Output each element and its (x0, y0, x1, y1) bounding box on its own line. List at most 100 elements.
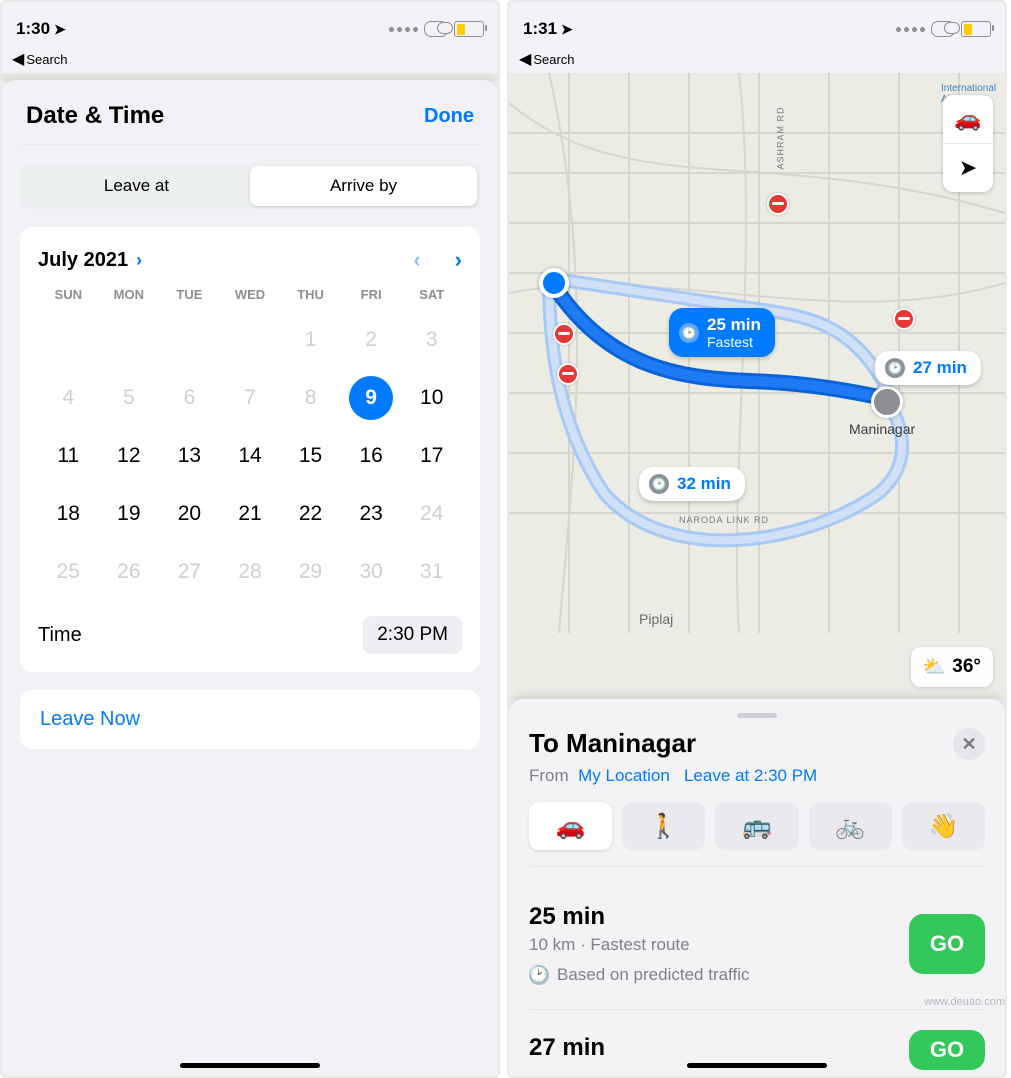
calendar-day[interactable]: 12 (99, 430, 160, 482)
mode-rideshare[interactable]: 👋 (902, 802, 985, 850)
calendar-day[interactable]: 9 (341, 372, 402, 424)
close-button[interactable]: ✕ (953, 728, 985, 760)
calendar-day[interactable]: 16 (341, 430, 402, 482)
breadcrumb-label: Search (26, 52, 67, 67)
calendar-dow: MON (99, 287, 160, 302)
from-location-button[interactable]: My Location (578, 766, 670, 785)
leave-now-button[interactable]: Leave Now (20, 690, 480, 749)
calendar-day[interactable]: 7 (220, 372, 281, 424)
mode-walk[interactable]: 🚶 (622, 802, 705, 850)
map-locate-button[interactable]: ➤ (943, 144, 993, 192)
calendar-day[interactable]: 1 (280, 314, 341, 366)
calendar-day (38, 314, 99, 366)
date-time-sheet: Date & Time Done Leave at Arrive by July… (2, 80, 498, 1076)
destination-label: Maninagar (849, 421, 915, 437)
calendar-day[interactable]: 26 (99, 546, 160, 598)
location-arrow-icon: ➤ (561, 21, 573, 38)
status-bar: 1:31 ➤ (509, 2, 1005, 52)
breadcrumb[interactable]: ◀ Search (509, 52, 1005, 73)
link-icon (424, 21, 448, 37)
calendar-day[interactable]: 25 (38, 546, 99, 598)
location-arrow-icon: ➤ (54, 21, 66, 38)
calendar-day[interactable]: 4 (38, 372, 99, 424)
calendar-day[interactable]: 23 (341, 488, 402, 540)
calendar-day (220, 314, 281, 366)
route-end-dot (871, 386, 903, 418)
segment-leave-at[interactable]: Leave at (23, 166, 250, 206)
route-option[interactable]: 25 min 10 km · Fastest route 🕑Based on p… (529, 883, 985, 1010)
calendar-day[interactable]: 8 (280, 372, 341, 424)
calendar-card: July 2021 › ‹ › SUNMONTUEWEDTHUFRISAT 12… (20, 227, 480, 672)
calendar-day[interactable]: 22 (280, 488, 341, 540)
area-label: Piplaj (639, 611, 673, 627)
weather-badge[interactable]: ⛅ 36° (911, 647, 993, 687)
time-label: Time (38, 624, 82, 647)
route-callout-alt2[interactable]: 🕑 32 min (639, 467, 745, 501)
status-time: 1:31 (523, 19, 557, 39)
status-time: 1:30 (16, 19, 50, 39)
calendar-day[interactable]: 10 (401, 372, 462, 424)
calendar-day[interactable]: 5 (99, 372, 160, 424)
map-mode-button[interactable]: 🚗 (943, 95, 993, 143)
no-entry-icon (893, 308, 915, 330)
calendar-dow: SUN (38, 287, 99, 302)
mode-transit[interactable]: 🚌 (715, 802, 798, 850)
calendar-day[interactable]: 27 (159, 546, 220, 598)
home-indicator[interactable] (180, 1063, 320, 1068)
calendar-day[interactable]: 28 (220, 546, 281, 598)
calendar-month-button[interactable]: July 2021 › (38, 249, 142, 272)
calendar-day[interactable]: 21 (220, 488, 281, 540)
leave-time-button[interactable]: Leave at 2:30 PM (684, 766, 817, 785)
sheet-title: Date & Time (26, 102, 164, 130)
route-time: 25 min (529, 903, 749, 931)
status-bar: 1:30 ➤ (2, 2, 498, 52)
watermark: www.deuao.com (924, 996, 1005, 1008)
weather-icon: ⛅ (923, 655, 947, 679)
calendar-day[interactable]: 19 (99, 488, 160, 540)
segmented-control[interactable]: Leave at Arrive by (20, 163, 480, 209)
clock-icon: 🕑 (529, 965, 549, 985)
route-callout-fastest[interactable]: 🕑 25 min Fastest (669, 308, 775, 357)
mode-drive[interactable]: 🚗 (529, 802, 612, 850)
calendar-day (99, 314, 160, 366)
calendar-prev-button[interactable]: ‹ (413, 247, 420, 273)
calendar-day[interactable]: 20 (159, 488, 220, 540)
calendar-day[interactable]: 29 (280, 546, 341, 598)
calendar-day[interactable]: 2 (341, 314, 402, 366)
no-entry-icon (557, 363, 579, 385)
route-callout-alt1[interactable]: 🕑 27 min (875, 351, 981, 385)
time-value-button[interactable]: 2:30 PM (363, 616, 462, 654)
breadcrumb[interactable]: ◀ Search (2, 52, 498, 73)
calendar-month-label: July 2021 (38, 249, 128, 272)
calendar-day[interactable]: 11 (38, 430, 99, 482)
calendar-dow: TUE (159, 287, 220, 302)
home-indicator[interactable] (687, 1063, 827, 1068)
cellular-icon (389, 27, 418, 32)
map-area[interactable]: ASHRAM RD NARODA LINK RD International A… (509, 73, 1005, 699)
chevron-right-icon: › (136, 250, 142, 271)
calendar-day[interactable]: 3 (401, 314, 462, 366)
no-entry-icon (767, 193, 789, 215)
calendar-day[interactable]: 13 (159, 430, 220, 482)
calendar-day[interactable]: 17 (401, 430, 462, 482)
route-traffic: Based on predicted traffic (557, 965, 749, 985)
calendar-dow: WED (220, 287, 281, 302)
segment-arrive-by[interactable]: Arrive by (250, 166, 477, 206)
calendar-day[interactable]: 30 (341, 546, 402, 598)
directions-title: To Maninagar (529, 728, 696, 759)
calendar-day[interactable]: 15 (280, 430, 341, 482)
done-button[interactable]: Done (424, 105, 474, 128)
go-button[interactable]: GO (909, 914, 985, 974)
no-entry-icon (553, 323, 575, 345)
calendar-day[interactable]: 6 (159, 372, 220, 424)
calendar-day[interactable]: 18 (38, 488, 99, 540)
go-button[interactable]: GO (909, 1030, 985, 1070)
calendar-day[interactable]: 24 (401, 488, 462, 540)
calendar-day[interactable]: 31 (401, 546, 462, 598)
calendar-day[interactable]: 14 (220, 430, 281, 482)
calendar-next-button[interactable]: › (455, 247, 462, 273)
mode-cycle[interactable]: 🚲 (809, 802, 892, 850)
sheet-grabber[interactable] (737, 713, 777, 718)
right-screenshot: 1:31 ➤ ◀ Search (507, 0, 1007, 1078)
route-start-dot (539, 268, 569, 298)
